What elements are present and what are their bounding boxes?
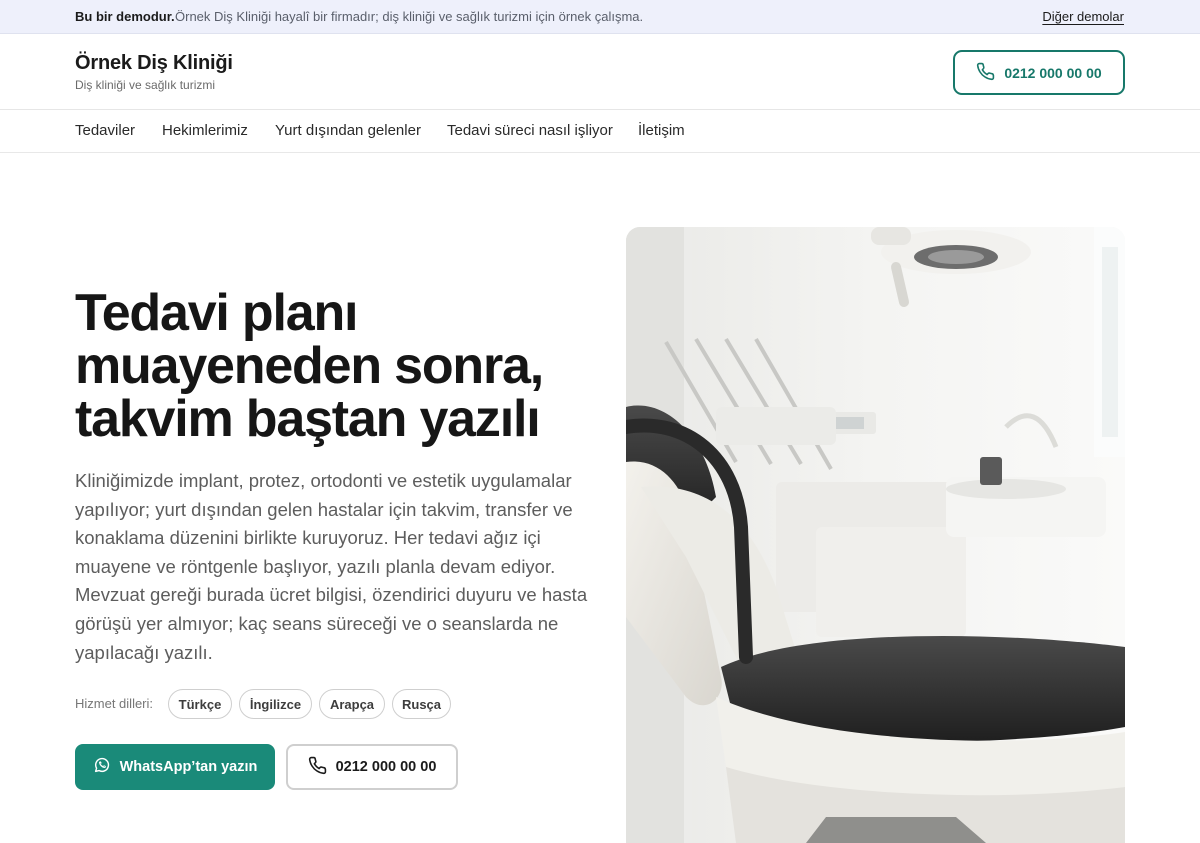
hero-title: Tedavi planı muayeneden sonra, takvim ba… [75, 284, 544, 448]
nav-item-doctors[interactable]: Hekimlerimiz [162, 122, 248, 139]
phone-icon [976, 62, 995, 84]
site-header: Örnek Diş Kliniği Diş kliniği ve sağlık … [0, 35, 1200, 110]
demo-banner: Bu bir demodur. Örnek Diş Kliniği hayalî… [0, 0, 1200, 34]
nav-item-contact[interactable]: İletişim [638, 122, 685, 139]
demo-banner-text: Örnek Diş Kliniği hayalî bir firmadır; d… [175, 9, 644, 24]
whatsapp-button-label: WhatsApp’tan yazın [119, 759, 258, 775]
brand-tagline: Diş kliniği ve sağlık turizmi [75, 78, 216, 92]
header-phone-button[interactable]: 0212 000 00 00 [953, 50, 1125, 95]
languages-label: Hizmet dilleri: [75, 696, 154, 711]
hero-description: Kliniğimizde implant, protez, ortodonti … [75, 470, 588, 663]
whatsapp-icon [93, 756, 111, 778]
whatsapp-button[interactable]: WhatsApp’tan yazın [75, 744, 275, 790]
other-demos-link[interactable]: Diğer demolar [1042, 9, 1124, 24]
call-button[interactable]: 0212 000 00 00 [286, 744, 458, 790]
language-chip-turkish: Türkçe [168, 689, 232, 719]
call-button-label: 0212 000 00 00 [335, 759, 437, 775]
dental-chair-illustration [626, 227, 1125, 843]
nav-item-treatment-process[interactable]: Tedavi süreci nasıl işliyor [447, 122, 613, 139]
language-chip-russian: Rusça [392, 689, 451, 719]
nav-item-treatments[interactable]: Tedaviler [75, 122, 135, 139]
brand-name[interactable]: Örnek Diş Kliniği [75, 52, 233, 75]
nav-item-international-patients[interactable]: Yurt dışından gelenler [275, 122, 421, 139]
phone-icon [308, 756, 327, 779]
main-nav: Tedaviler Hekimlerimiz Yurt dışından gel… [0, 111, 1200, 153]
language-chip-arabic: Arapça [319, 689, 385, 719]
demo-banner-title: Bu bir demodur. [75, 9, 175, 24]
dental-chair-photo [626, 227, 1125, 843]
language-chip-english: İngilizce [239, 689, 312, 719]
header-phone-number: 0212 000 00 00 [1004, 64, 1102, 81]
